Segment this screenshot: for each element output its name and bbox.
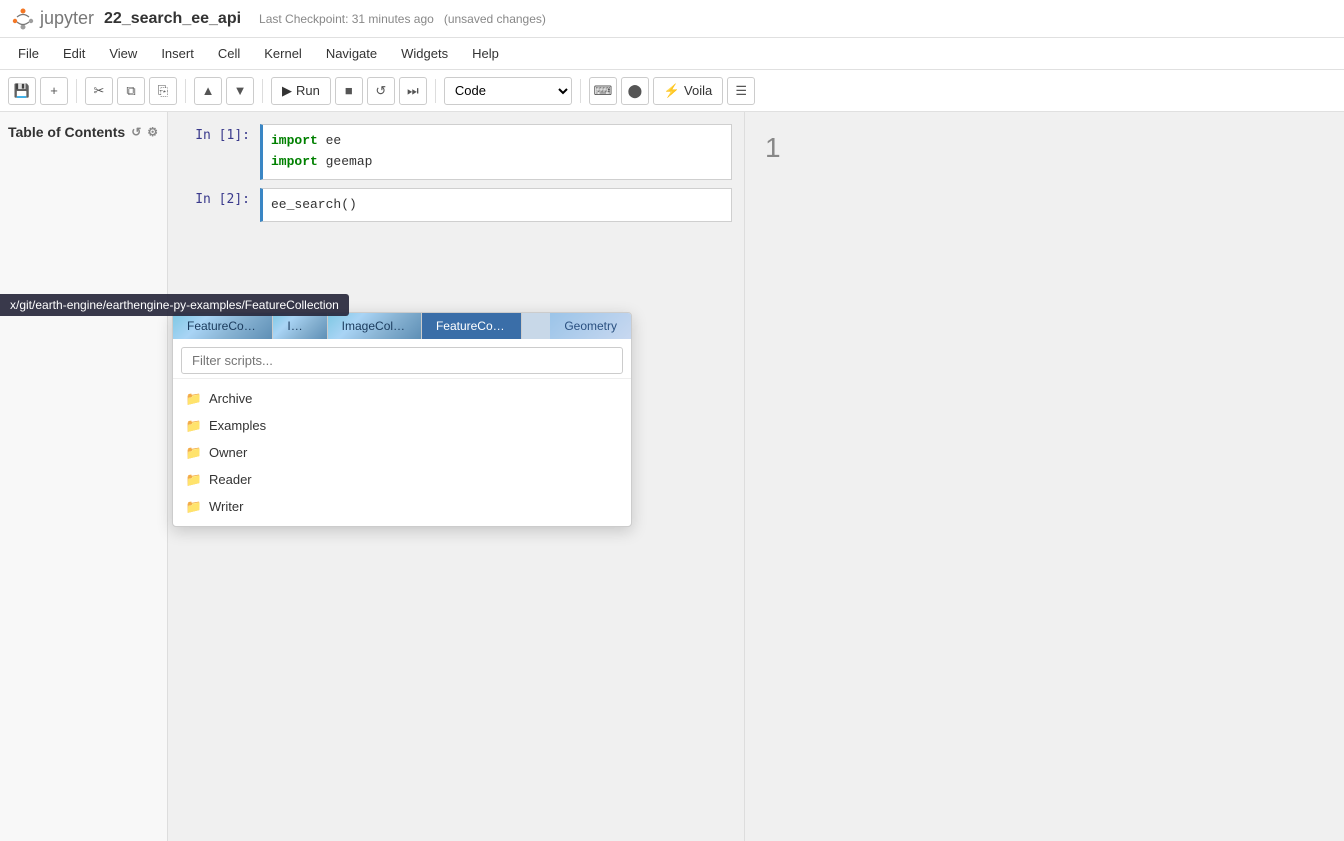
cell-2-prompt: In [2]:	[180, 188, 260, 223]
script-tab-image[interactable]: Image	[273, 313, 327, 339]
right-panel-number: 1	[745, 112, 1344, 184]
copy-button[interactable]: ⧉	[117, 77, 145, 105]
main-layout: Table of Contents ↺ ⚙ In [1]: import ee …	[0, 112, 1344, 841]
voila-icon: ⚡	[664, 83, 680, 99]
add-cell-button[interactable]: +	[40, 77, 68, 105]
item-label-owner: Owner	[209, 445, 247, 460]
folder-icon-reader: 📁	[187, 473, 201, 487]
list-item-archive[interactable]: 📁 Archive	[173, 385, 631, 412]
top-bar: jupyter 22_search_ee_api Last Checkpoint…	[0, 0, 1344, 38]
item-label-reader: Reader	[209, 472, 252, 487]
item-label-writer: Writer	[209, 499, 243, 514]
menu-edit[interactable]: Edit	[53, 42, 95, 65]
cell-1-content[interactable]: import ee import geemap	[260, 124, 732, 180]
menu-cell[interactable]: Cell	[208, 42, 250, 65]
menu-bar: File Edit View Insert Cell Kernel Naviga…	[0, 38, 1344, 70]
run-button[interactable]: ▶ Run	[271, 77, 331, 105]
menu-view[interactable]: View	[99, 42, 147, 65]
cell-2-content[interactable]: ee_search()	[260, 188, 732, 223]
move-up-button[interactable]: ▲	[194, 77, 222, 105]
cell-1: In [1]: import ee import geemap	[168, 124, 744, 180]
voila-label: Voila	[684, 83, 712, 98]
menu-kernel[interactable]: Kernel	[254, 42, 312, 65]
toc-title: Table of Contents ↺ ⚙	[8, 124, 159, 140]
filter-container	[173, 339, 631, 379]
cell-type-select[interactable]: Code Markdown Raw NBConvert Heading	[444, 77, 572, 105]
toolbar-separator-1	[76, 79, 77, 103]
voila-button[interactable]: ⚡ Voila	[653, 77, 723, 105]
keyboard-shortcut-button[interactable]: ⌨	[589, 77, 617, 105]
restart-button[interactable]: ↺	[367, 77, 395, 105]
item-label-archive: Archive	[209, 391, 252, 406]
script-tabs: FeatureCollection Image ImageCollection …	[173, 313, 631, 339]
restart-run-button[interactable]: ⏭	[399, 77, 427, 105]
paste-button[interactable]: ⎘	[149, 77, 177, 105]
cell-2: In [2]: ee_search()	[168, 188, 744, 223]
toolbar-separator-3	[262, 79, 263, 103]
save-button[interactable]: 💾	[8, 77, 36, 105]
menu-help[interactable]: Help	[462, 42, 509, 65]
filter-input[interactable]	[181, 347, 623, 374]
circle-button[interactable]: ⬤	[621, 77, 649, 105]
item-label-examples: Examples	[209, 418, 266, 433]
menu-insert[interactable]: Insert	[151, 42, 204, 65]
folder-icon-owner: 📁	[187, 446, 201, 460]
menu-file[interactable]: File	[8, 42, 49, 65]
toolbar-separator-4	[435, 79, 436, 103]
toolbar-separator-5	[580, 79, 581, 103]
script-tab-geometry[interactable]: Geometry	[550, 313, 631, 339]
script-tab-featurecollection-2[interactable]: FeatureCollection	[422, 313, 522, 339]
toc-refresh-icon[interactable]: ↺	[131, 125, 141, 139]
list-item-reader[interactable]: 📁 Reader	[173, 466, 631, 493]
keyword-import-1: import	[271, 133, 318, 148]
list-item-examples[interactable]: 📁 Examples	[173, 412, 631, 439]
list-item-owner[interactable]: 📁 Owner	[173, 439, 631, 466]
toolbar-separator-2	[185, 79, 186, 103]
toc-settings-icon[interactable]: ⚙	[147, 125, 158, 139]
list-item-writer[interactable]: 📁 Writer	[173, 493, 631, 520]
script-browser: FeatureCollection Image ImageCollection …	[172, 312, 632, 527]
menu-navigate[interactable]: Navigate	[316, 42, 387, 65]
run-label: Run	[296, 83, 320, 98]
sidebar-resize-handle[interactable]	[160, 112, 166, 841]
menu-icon-button[interactable]: ☰	[727, 77, 755, 105]
move-down-button[interactable]: ▼	[226, 77, 254, 105]
right-panel: 1	[744, 112, 1344, 841]
toolbar: 💾 + ✂ ⧉ ⎘ ▲ ▼ ▶ Run ■ ↺ ⏭ Code Markdown …	[0, 70, 1344, 112]
notebook-name[interactable]: 22_search_ee_api	[104, 10, 241, 28]
folder-icon-examples: 📁	[187, 419, 201, 433]
jupyter-logo: jupyter	[12, 8, 94, 30]
interrupt-button[interactable]: ■	[335, 77, 363, 105]
cell-1-prompt: In [1]:	[180, 124, 260, 180]
script-tab-empty[interactable]	[522, 313, 550, 339]
menu-widgets[interactable]: Widgets	[391, 42, 458, 65]
jupyter-icon	[12, 8, 34, 30]
script-tab-imagecollection[interactable]: ImageCollection	[328, 313, 422, 339]
checkpoint-info: Last Checkpoint: 31 minutes ago (unsaved…	[259, 12, 546, 26]
script-tab-featurecollection-1[interactable]: FeatureCollection	[173, 313, 273, 339]
jupyter-wordmark: jupyter	[40, 8, 94, 29]
folder-icon-writer: 📁	[187, 500, 201, 514]
run-icon: ▶	[282, 83, 292, 99]
sidebar: Table of Contents ↺ ⚙	[0, 112, 168, 841]
keyword-import-2: import	[271, 154, 318, 169]
folder-icon-archive: 📁	[187, 392, 201, 406]
script-list: 📁 Archive 📁 Examples 📁 Owner 📁 Reader 📁 …	[173, 379, 631, 526]
cut-button[interactable]: ✂	[85, 77, 113, 105]
